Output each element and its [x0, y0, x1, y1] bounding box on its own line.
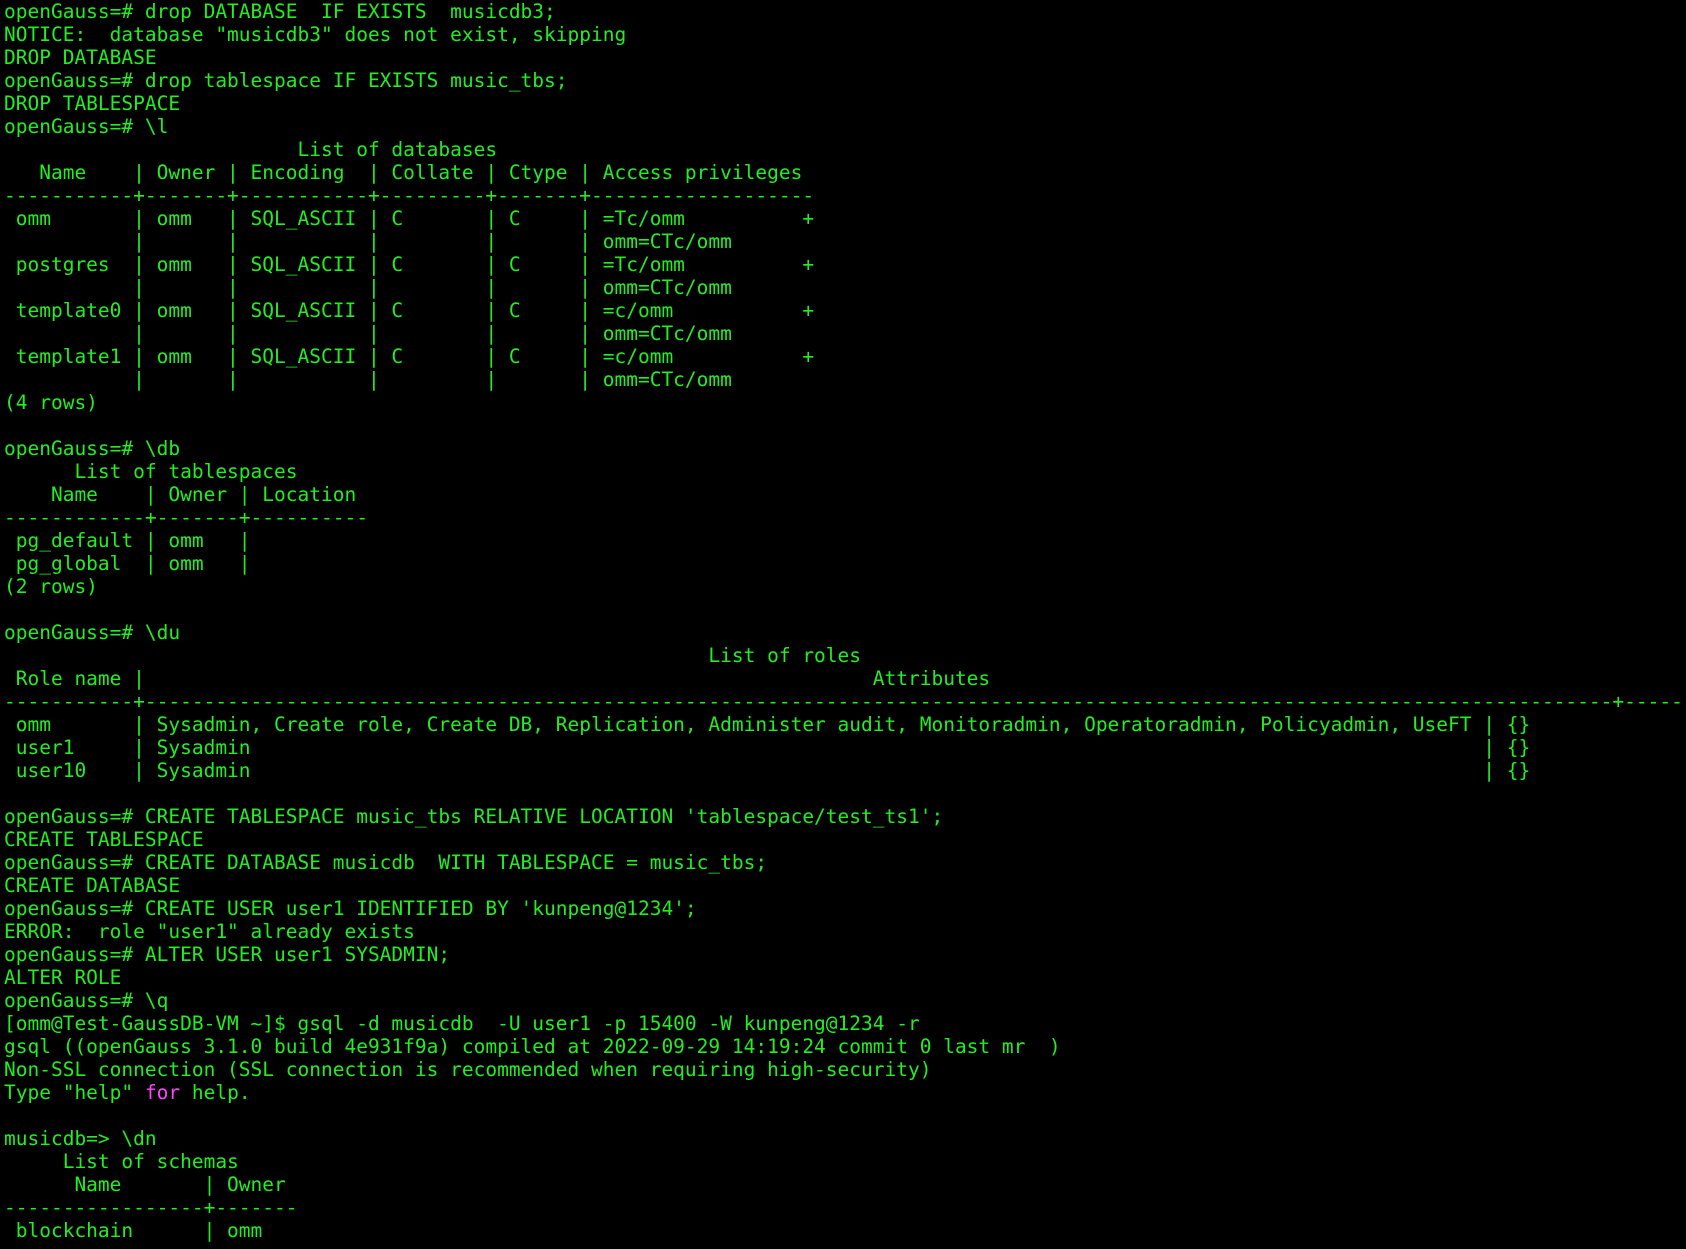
terminal-line: | | | | | omm=CTc/omm [4, 322, 732, 345]
terminal-line: user10 | Sysadmin | {} [4, 759, 1531, 782]
terminal-line: List of roles [4, 644, 862, 667]
terminal-line: openGauss=# ALTER USER user1 SYSADMIN; [4, 943, 451, 966]
terminal-line: | | | | | omm=CTc/omm [4, 368, 732, 391]
terminal-line: | | | | | omm=CTc/omm [4, 230, 732, 253]
terminal-line: List of databases [4, 138, 498, 161]
terminal-line: openGauss=# drop tablespace IF EXISTS mu… [4, 69, 568, 92]
terminal-line: template0 | omm | SQL_ASCII | C | C | =c… [4, 299, 815, 322]
terminal-line: omm | omm | SQL_ASCII | C | C | =Tc/omm … [4, 207, 815, 230]
terminal-line: openGauss=# CREATE USER user1 IDENTIFIED… [4, 897, 697, 920]
terminal-line: postgres | omm | SQL_ASCII | C | C | =Tc… [4, 253, 815, 276]
terminal-line: user1 | Sysadmin | {} [4, 736, 1531, 759]
terminal-line: (4 rows) [4, 391, 98, 414]
terminal-line: openGauss=# drop DATABASE IF EXISTS musi… [4, 0, 556, 23]
terminal-line: template1 | omm | SQL_ASCII | C | C | =c… [4, 345, 815, 368]
terminal-line: Name | Owner | Location [4, 483, 357, 506]
terminal-line: Name | Owner | Encoding | Collate | Ctyp… [4, 161, 803, 184]
terminal-line: DROP DATABASE [4, 46, 157, 69]
terminal-line: DROP TABLESPACE [4, 92, 181, 115]
terminal-line: CREATE TABLESPACE [4, 828, 204, 851]
terminal-line: Role name | Attributes | Member of [4, 667, 1686, 690]
terminal-line: openGauss=# \db [4, 437, 181, 460]
terminal-line: | | | | | omm=CTc/omm [4, 276, 732, 299]
terminal-line: CREATE DATABASE [4, 874, 181, 897]
terminal-line: openGauss=# CREATE TABLESPACE music_tbs … [4, 805, 944, 828]
terminal-output: openGauss=# drop DATABASE IF EXISTS musi… [4, 0, 1686, 1242]
terminal-line: musicdb=> \dn [4, 1127, 157, 1150]
help-line: Type "help" for help. [4, 1081, 1686, 1104]
terminal-line: List of schemas [4, 1150, 239, 1173]
help-line-keyword: for [144, 1081, 181, 1104]
terminal-line: Name | Owner [4, 1173, 286, 1196]
terminal-line: -----------+----------------------------… [4, 690, 1686, 713]
help-line-prefix: Type "help" [4, 1081, 145, 1104]
terminal-line: List of tablespaces [4, 460, 298, 483]
terminal-line: pg_global | omm | [4, 552, 251, 575]
terminal-line: (2 rows) [4, 575, 98, 598]
terminal-line: blockchain | omm [4, 1219, 263, 1242]
terminal-line: -----------------+------- [4, 1196, 298, 1219]
terminal-line: ------------+-------+---------- [4, 506, 368, 529]
terminal-line: Non-SSL connection (SSL connection is re… [4, 1058, 932, 1081]
terminal-line: -----------+-------+-----------+--------… [4, 184, 815, 207]
terminal-line: pg_default | omm | [4, 529, 251, 552]
terminal-line: openGauss=# \du [4, 621, 181, 644]
terminal-line: gsql ((openGauss 3.1.0 build 4e931f9a) c… [4, 1035, 1061, 1058]
terminal-line: openGauss=# \l [4, 115, 169, 138]
help-line-suffix: help. [180, 1081, 251, 1104]
terminal-line: ALTER ROLE [4, 966, 122, 989]
terminal-line: openGauss=# CREATE DATABASE musicdb WITH… [4, 851, 768, 874]
terminal-line: ERROR: role "user1" already exists [4, 920, 415, 943]
terminal-line: NOTICE: database "musicdb3" does not exi… [4, 23, 627, 46]
terminal-line: omm | Sysadmin, Create role, Create DB, … [4, 713, 1531, 736]
terminal-line: [omm@Test-GaussDB-VM ~]$ gsql -d musicdb… [4, 1012, 920, 1035]
terminal-window[interactable]: openGauss=# drop DATABASE IF EXISTS musi… [0, 0, 1686, 1249]
terminal-line: openGauss=# \q [4, 989, 169, 1012]
